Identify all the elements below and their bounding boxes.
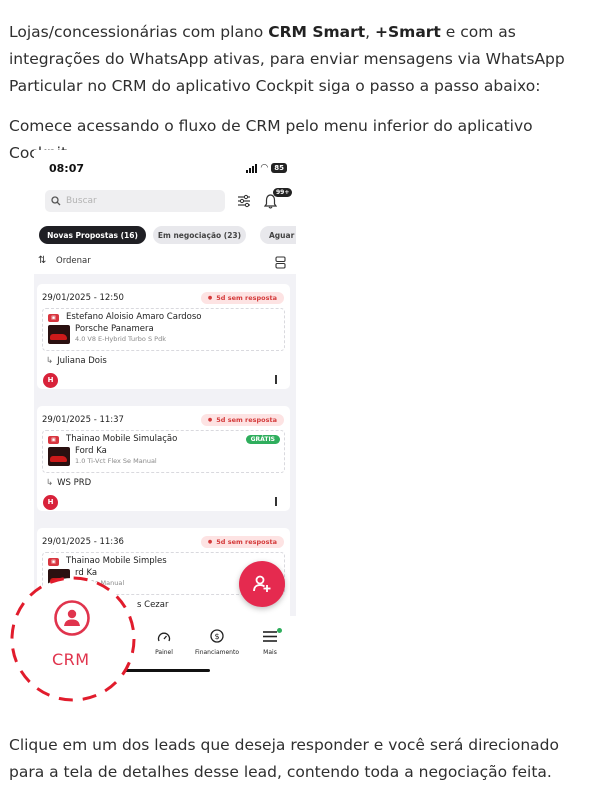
lead-card[interactable]: 29/01/2025 - 12:50 5d sem resposta ▣ Est… xyxy=(37,284,290,389)
wifi-icon: ◠ xyxy=(260,162,269,173)
lead-icon: ▣ xyxy=(48,436,59,444)
status-badge: 5d sem resposta xyxy=(200,414,284,426)
gauge-icon xyxy=(157,632,171,642)
filter-icon[interactable] xyxy=(237,194,251,208)
more-options-icon[interactable] xyxy=(275,497,277,506)
svg-text:$: $ xyxy=(214,632,219,641)
car-version: 1.0 Ti-Vct Flex Se Manual xyxy=(75,457,157,465)
lead-date: 29/01/2025 - 11:37 xyxy=(42,415,124,425)
free-tag: GRÁTIS xyxy=(245,435,280,444)
crm-highlight-circle xyxy=(10,576,136,702)
search-input[interactable]: Buscar xyxy=(45,190,225,212)
brand-logo-icon: H xyxy=(43,373,58,388)
menu-icon xyxy=(263,631,277,642)
sort-bar: ⇅ Ordenar xyxy=(34,250,296,274)
seller-name: ↳ WS PRD xyxy=(46,478,92,488)
lead-name: Thainao Mobile Simulação xyxy=(66,434,178,444)
car-model: Ford Ka xyxy=(75,446,107,456)
reply-arrow-icon: ↳ xyxy=(46,478,54,488)
nav-financiamento[interactable]: $ Financiamento xyxy=(189,628,245,656)
lead-details: ▣ Estefano Aloisio Amaro Cardoso Porsche… xyxy=(42,308,285,351)
lead-icon: ▣ xyxy=(48,314,59,322)
lead-details: ▣ Thainao Mobile Simulação GRÁTIS Ford K… xyxy=(42,430,285,473)
tab-aguardando[interactable]: Aguar xyxy=(260,226,296,244)
lead-card[interactable]: 29/01/2025 - 11:37 5d sem resposta ▣ Tha… xyxy=(37,406,290,511)
car-thumbnail xyxy=(48,447,70,466)
signal-icon xyxy=(246,163,258,173)
seller-name: s Cezar xyxy=(137,600,169,610)
sort-icon[interactable]: ⇅ xyxy=(38,255,46,266)
notification-badge: 99+ xyxy=(273,188,293,197)
lead-name: Thainao Mobile Simples xyxy=(66,556,167,566)
car-model: Porsche Panamera xyxy=(75,324,154,334)
more-options-icon[interactable] xyxy=(275,375,277,384)
status-bar: 08:07 ◠ 85 xyxy=(34,150,296,186)
brand-logo-icon: H xyxy=(43,495,58,510)
car-version: 4.0 V8 E-Hybrid Turbo S Pdk xyxy=(75,335,166,343)
plan-crm-smart: CRM Smart xyxy=(268,23,366,41)
nav-painel[interactable]: Painel xyxy=(149,628,179,656)
nav-crm[interactable]: CRM xyxy=(52,650,90,669)
nav-label: Painel xyxy=(155,649,173,656)
seller-name: ↳ Juliana Dois xyxy=(46,356,107,366)
dollar-circle-icon: $ xyxy=(210,629,224,643)
top-bar: Buscar 99+ xyxy=(34,186,296,222)
notification-dot xyxy=(277,628,282,633)
lead-date: 29/01/2025 - 11:36 xyxy=(42,537,124,547)
reply-arrow-icon: ↳ xyxy=(46,356,54,366)
plan-plus-smart: +Smart xyxy=(375,23,441,41)
status-badge: 5d sem resposta xyxy=(200,536,284,548)
layout-toggle-icon[interactable] xyxy=(275,256,286,269)
add-user-icon xyxy=(253,575,271,592)
tab-em-negociacao[interactable]: Em negociação (23) xyxy=(153,226,246,244)
car-thumbnail xyxy=(48,325,70,344)
nav-label: Mais xyxy=(263,649,277,656)
lead-date: 29/01/2025 - 12:50 xyxy=(42,293,124,303)
sort-button[interactable]: Ordenar xyxy=(56,256,91,266)
intro-paragraph: Lojas/concessionárias com plano CRM Smar… xyxy=(9,23,565,95)
crm-user-icon[interactable] xyxy=(53,599,91,637)
lead-icon: ▣ xyxy=(48,558,59,566)
add-lead-button[interactable] xyxy=(239,561,285,607)
status-tabs: Novas Propostas (16) Em negociação (23) … xyxy=(34,222,296,250)
lead-name: Estefano Aloisio Amaro Cardoso xyxy=(66,312,202,322)
status-badge: 5d sem resposta xyxy=(200,292,284,304)
battery-icon: 85 xyxy=(271,163,287,173)
clock: 08:07 xyxy=(49,162,85,175)
search-icon xyxy=(51,196,61,206)
nav-label: Financiamento xyxy=(195,649,239,656)
step-2-text: Clique em um dos leads que deseja respon… xyxy=(9,736,559,781)
search-placeholder: Buscar xyxy=(66,196,97,206)
tab-novas-propostas[interactable]: Novas Propostas (16) xyxy=(39,226,146,244)
